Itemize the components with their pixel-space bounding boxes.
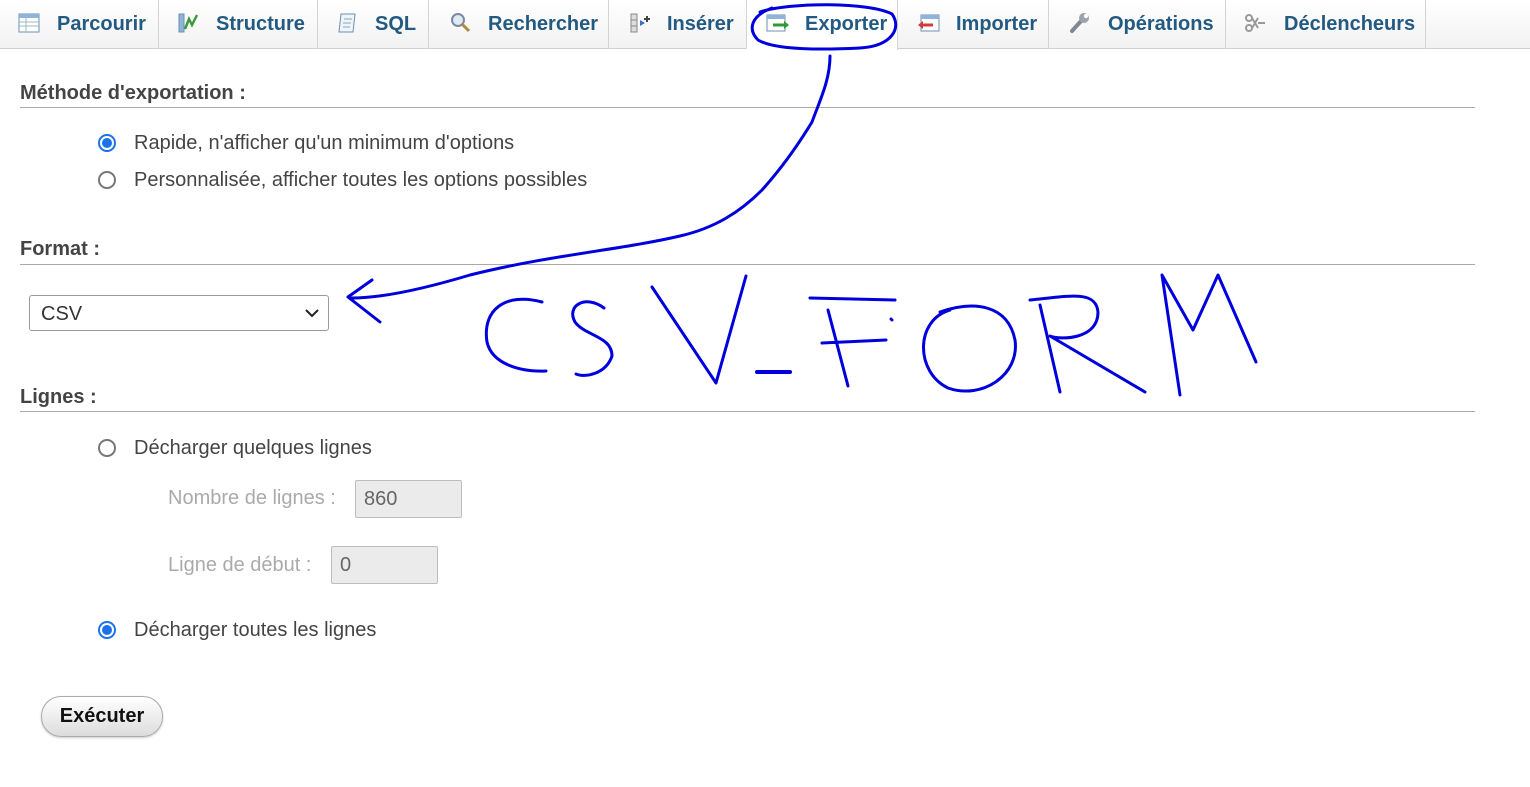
tab-operations[interactable]: Opérations xyxy=(1049,0,1226,49)
export-icon xyxy=(766,14,789,32)
num-rows-label: Nombre de lignes : xyxy=(168,487,336,509)
export-quick-label: Rapide, n'afficher qu'un minimum d'optio… xyxy=(134,132,515,154)
tab-rechercher[interactable]: Rechercher xyxy=(429,0,609,49)
import-icon xyxy=(918,14,940,32)
tab-inserer[interactable]: Insérer xyxy=(609,0,747,49)
wrench-icon xyxy=(1070,13,1089,33)
start-row-label: Ligne de début : xyxy=(168,554,312,576)
triggers-icon xyxy=(1245,14,1265,32)
tab-label: Structure xyxy=(216,13,305,35)
dump-all-rows-label: Décharger toutes les lignes xyxy=(134,619,377,641)
tab-sql[interactable]: SQL xyxy=(318,0,429,49)
structure-icon xyxy=(178,13,199,33)
dump-some-rows-radio[interactable] xyxy=(98,439,116,457)
tab-label: Déclencheurs xyxy=(1284,13,1416,35)
execute-button[interactable]: Exécuter xyxy=(41,696,163,737)
export-custom-radio[interactable] xyxy=(98,171,116,189)
divider xyxy=(20,411,1475,412)
tab-label: SQL xyxy=(375,13,417,35)
tab-importer[interactable]: Importer xyxy=(898,0,1049,49)
tab-parcourir[interactable]: Parcourir xyxy=(0,0,159,49)
export-method-heading: Méthode d'exportation : xyxy=(20,82,246,104)
sql-icon xyxy=(338,13,356,33)
tab-label: Rechercher xyxy=(488,13,599,35)
num-rows-input[interactable]: 860 xyxy=(355,480,462,518)
divider xyxy=(20,264,1475,265)
insert-icon xyxy=(630,13,650,33)
chevron-down-icon xyxy=(305,309,319,318)
tab-label: Insérer xyxy=(667,13,734,35)
tab-declencheurs[interactable]: Déclencheurs xyxy=(1226,0,1426,49)
tab-label: Opérations xyxy=(1108,13,1214,35)
table-tabs: Parcourir Structure SQL Rechercher Insér… xyxy=(0,0,1530,50)
tab-label: Exporter xyxy=(805,13,888,35)
annotation-arrowhead xyxy=(346,278,382,324)
export-custom-label: Personnalisée, afficher toutes les optio… xyxy=(134,169,588,191)
format-heading: Format : xyxy=(20,238,100,260)
rows-heading: Lignes : xyxy=(20,386,97,408)
tab-structure[interactable]: Structure xyxy=(159,0,318,49)
magnifier-icon xyxy=(451,13,471,33)
tab-label: Parcourir xyxy=(57,13,146,35)
format-select[interactable]: CSV xyxy=(29,295,329,331)
tab-exporter[interactable]: Exporter xyxy=(747,0,898,50)
divider xyxy=(20,107,1475,108)
tab-label: Importer xyxy=(956,13,1038,35)
handwritten-annotation xyxy=(346,3,1258,397)
annotation-text xyxy=(484,273,1258,397)
browse-table-icon xyxy=(18,13,40,33)
dump-some-rows-label: Décharger quelques lignes xyxy=(134,437,372,459)
start-row-input[interactable]: 0 xyxy=(331,546,438,584)
dump-all-rows-radio[interactable] xyxy=(98,621,116,639)
export-quick-radio[interactable] xyxy=(98,134,116,152)
format-select-value: CSV xyxy=(41,303,83,325)
